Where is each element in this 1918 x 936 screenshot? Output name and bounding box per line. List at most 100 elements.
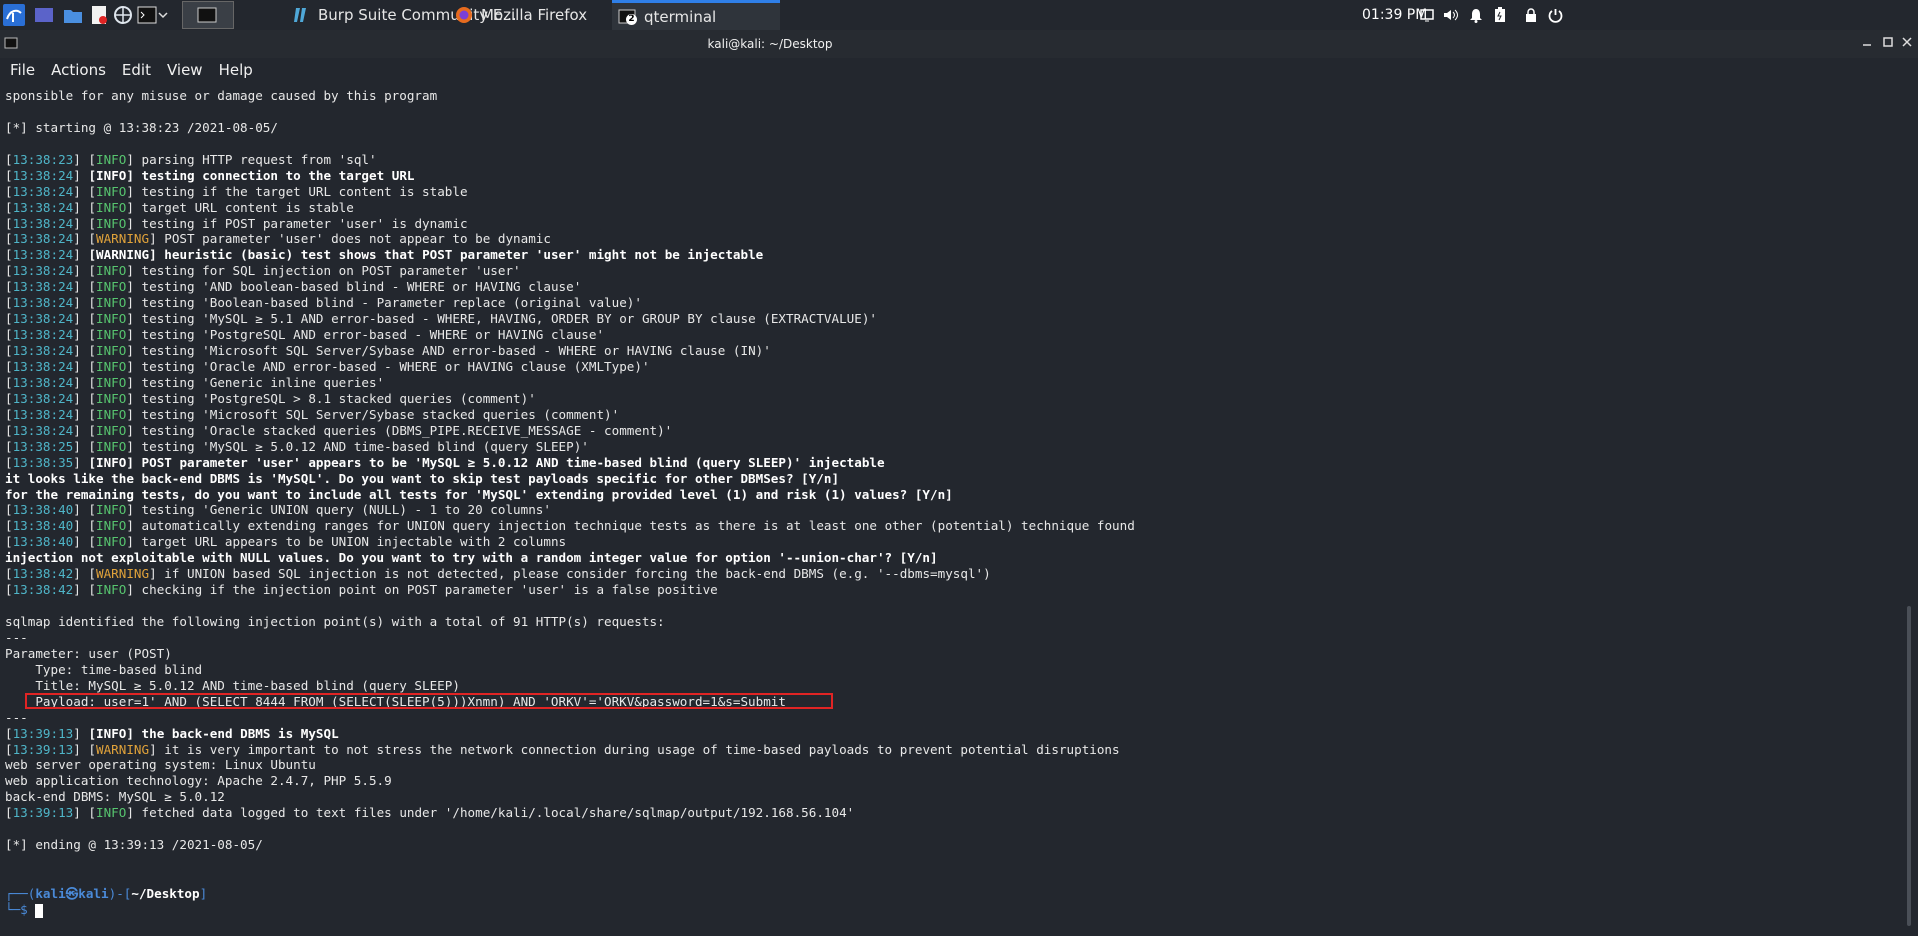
taskbar-window-label: qterminal bbox=[644, 7, 717, 26]
terminal-text: ] testing if the target URL content is s… bbox=[126, 183, 468, 199]
show-desktop-icon[interactable] bbox=[33, 4, 55, 26]
terminal-text: INFO bbox=[96, 343, 127, 359]
terminal-line: [13:38:40] [INFO] automatically extendin… bbox=[5, 518, 1135, 534]
terminal-text: INFO bbox=[96, 151, 127, 167]
terminal-text: 13:38:24 bbox=[12, 343, 74, 359]
terminal-text: ] testing 'PostgreSQL AND error-based - … bbox=[126, 327, 605, 343]
workspace-switcher[interactable] bbox=[182, 1, 234, 29]
terminal-line: [13:38:40] [INFO] target URL appears to … bbox=[5, 534, 566, 550]
terminal-text: ] target URL content is stable bbox=[126, 199, 354, 215]
terminal-line: [13:39:13] [INFO] fetched data logged to… bbox=[5, 805, 854, 821]
file-manager-icon[interactable] bbox=[62, 4, 84, 26]
terminal-line: [13:38:25] [INFO] testing 'MySQL ≥ 5.0.1… bbox=[5, 439, 589, 455]
terminal-line: Parameter: user (POST) bbox=[5, 646, 172, 662]
terminal-text: INFO bbox=[96, 582, 127, 598]
volume-icon[interactable] bbox=[1443, 0, 1459, 30]
terminal-text: WARNING bbox=[96, 741, 150, 757]
terminal-text: INFO bbox=[96, 279, 127, 295]
terminal-text: ] [ bbox=[73, 215, 97, 231]
terminal-line: --- bbox=[5, 630, 28, 646]
terminal-text: [ bbox=[5, 199, 13, 215]
terminal-text: ] target URL appears to be UNION injecta… bbox=[126, 534, 567, 550]
terminal-text: 13:38:24 bbox=[12, 422, 74, 438]
terminal-text: ] bbox=[73, 167, 89, 183]
terminal-text: ] parsing HTTP request from 'sql' bbox=[126, 151, 377, 167]
terminal-text: 13:38:24 bbox=[12, 295, 74, 311]
text-editor-icon[interactable] bbox=[88, 4, 110, 26]
prompt-line-2[interactable]: └─$ bbox=[5, 902, 44, 918]
terminal-line: [*] starting @ 13:38:23 /2021-08-05/ bbox=[5, 120, 278, 136]
logout-icon[interactable] bbox=[1548, 0, 1563, 30]
taskbar-window-firefox[interactable]: Mozilla Firefox bbox=[455, 0, 587, 30]
scrollbar[interactable] bbox=[1903, 82, 1918, 936]
terminal-line: [13:38:24] [INFO] testing if the target … bbox=[5, 184, 468, 200]
terminal-line: injection not exploitable with NULL valu… bbox=[5, 550, 938, 566]
terminal-line: [13:39:13] [INFO] the back-end DBMS is M… bbox=[5, 726, 339, 742]
clock[interactable]: 01:39 PM bbox=[1362, 0, 1427, 30]
terminal-text: INFO bbox=[96, 454, 127, 470]
terminal-output[interactable]: sponsible for any misuse or damage cause… bbox=[0, 82, 1900, 936]
terminal-text: ] testing 'MySQL ≥ 5.0.12 AND time-based… bbox=[126, 438, 589, 454]
display-icon[interactable] bbox=[1420, 0, 1434, 30]
terminal-text: ] [ bbox=[73, 422, 97, 438]
terminal-text: [ bbox=[5, 295, 13, 311]
terminal-text: ] testing 'Boolean-based blind - Paramet… bbox=[126, 295, 642, 311]
terminal-line: web server operating system: Linux Ubunt… bbox=[5, 757, 316, 773]
terminal-text: 13:38:42 bbox=[12, 582, 74, 598]
menu-edit[interactable]: Edit bbox=[122, 61, 151, 79]
terminal-text: ] testing if POST parameter 'user' is dy… bbox=[126, 215, 468, 231]
terminal-text: [ bbox=[5, 406, 13, 422]
terminal-text: WARNING bbox=[96, 566, 150, 582]
terminal-text: web server operating system: Linux Ubunt… bbox=[5, 757, 316, 773]
terminal-launcher-icon[interactable] bbox=[136, 4, 158, 26]
terminal-text: ] [ bbox=[73, 279, 97, 295]
menu-view[interactable]: View bbox=[167, 61, 203, 79]
terminal-text: [ bbox=[5, 311, 13, 327]
terminal-text: INFO bbox=[96, 374, 127, 390]
taskbar-window-qterminal[interactable]: 2 qterminal bbox=[612, 0, 780, 30]
terminal-text: sqlmap identified the following injectio… bbox=[5, 614, 665, 630]
prompt-user: kali㉿kali bbox=[35, 886, 109, 901]
terminal-text: ] testing 'Microsoft SQL Server/Sybase A… bbox=[126, 343, 771, 359]
lock-screen-icon[interactable] bbox=[1525, 0, 1537, 30]
terminal-line: sponsible for any misuse or damage cause… bbox=[5, 88, 437, 104]
terminal-line: back-end DBMS: MySQL ≥ 5.0.12 bbox=[5, 789, 225, 805]
terminal-text: [ bbox=[5, 151, 13, 167]
terminal-line: --- bbox=[5, 710, 28, 726]
burp-icon bbox=[294, 8, 306, 22]
window-titlebar[interactable]: kali@kali: ~/Desktop bbox=[0, 30, 1918, 58]
menu-help[interactable]: Help bbox=[219, 61, 253, 79]
terminal-icon: 2 bbox=[618, 8, 637, 26]
terminal-text: [ bbox=[5, 167, 13, 183]
minimize-icon[interactable] bbox=[1860, 34, 1874, 53]
terminal-text: back-end DBMS: MySQL ≥ 5.0.12 bbox=[5, 789, 225, 805]
chevron-down-icon[interactable] bbox=[156, 4, 170, 26]
terminal-text: WARNING bbox=[96, 247, 150, 263]
terminal-text: [ bbox=[5, 343, 13, 359]
terminal-line: [13:38:24] [INFO] testing 'AND boolean-b… bbox=[5, 279, 581, 295]
terminal-text: INFO bbox=[96, 295, 127, 311]
terminal-text: 13:38:24 bbox=[12, 263, 74, 279]
firefox-icon bbox=[456, 7, 472, 23]
web-browser-icon[interactable] bbox=[112, 4, 134, 26]
maximize-icon[interactable] bbox=[1881, 34, 1895, 53]
terminal-text: INFO bbox=[96, 725, 127, 741]
terminal-text: [ bbox=[88, 247, 97, 263]
scrollbar-thumb[interactable] bbox=[1907, 606, 1911, 926]
terminal-line: [13:38:24] [INFO] testing 'Microsoft SQL… bbox=[5, 407, 619, 423]
close-icon[interactable] bbox=[1900, 34, 1914, 53]
terminal-line: [13:38:24] [INFO] testing for SQL inject… bbox=[5, 263, 521, 279]
terminal-text: INFO bbox=[96, 311, 127, 327]
terminal-text: INFO bbox=[96, 518, 127, 534]
terminal-text: it looks like the back-end DBMS is 'MySQ… bbox=[5, 470, 840, 486]
menu-actions[interactable]: Actions bbox=[51, 61, 106, 79]
terminal-text: 13:38:24 bbox=[12, 374, 74, 390]
terminal-text: 13:38:24 bbox=[12, 199, 74, 215]
terminal-line: Type: time-based blind bbox=[5, 662, 202, 678]
notifications-icon[interactable] bbox=[1469, 0, 1483, 30]
menu-file[interactable]: File bbox=[10, 61, 35, 79]
terminal-text: ] checking if the injection point on POS… bbox=[126, 582, 718, 598]
kali-menu-icon[interactable] bbox=[3, 4, 25, 26]
terminal-text: 13:38:24 bbox=[12, 183, 74, 199]
battery-icon[interactable] bbox=[1494, 0, 1506, 30]
